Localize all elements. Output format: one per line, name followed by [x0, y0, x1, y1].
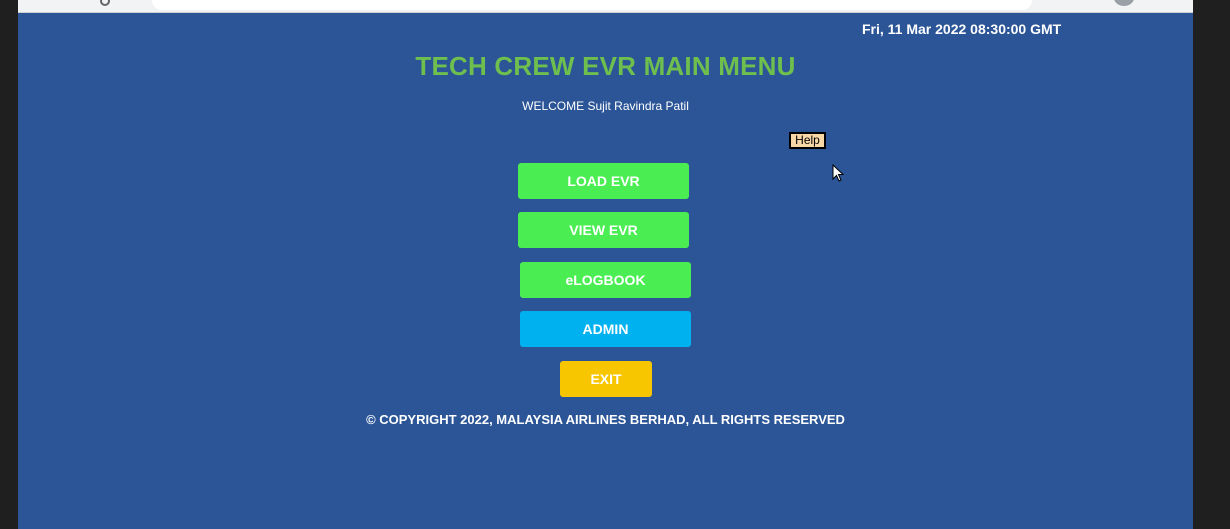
address-bar[interactable] [152, 0, 1032, 10]
admin-button[interactable]: ADMIN [520, 311, 691, 347]
main-menu-page: Fri, 11 Mar 2022 08:30:00 GMT TECH CREW … [18, 13, 1193, 529]
elogbook-button[interactable]: eLOGBOOK [520, 262, 691, 298]
load-evr-button[interactable]: LOAD EVR [518, 163, 689, 199]
page-title: TECH CREW EVR MAIN MENU [415, 51, 796, 81]
copyright-footer: © COPYRIGHT 2022, MALAYSIA AIRLINES BERH… [366, 412, 845, 427]
browser-toolbar [18, 0, 1193, 13]
view-evr-button[interactable]: VIEW EVR [518, 212, 689, 248]
window-edge [1193, 0, 1230, 529]
help-button[interactable]: Help [789, 132, 826, 149]
mouse-cursor-icon [832, 164, 844, 182]
welcome-message: WELCOME Sujit Ravindra Patil [522, 99, 689, 113]
profile-avatar[interactable] [1114, 0, 1134, 6]
exit-button[interactable]: EXIT [560, 361, 652, 397]
datetime-display: Fri, 11 Mar 2022 08:30:00 GMT [862, 21, 1062, 37]
reload-icon[interactable] [100, 0, 110, 6]
